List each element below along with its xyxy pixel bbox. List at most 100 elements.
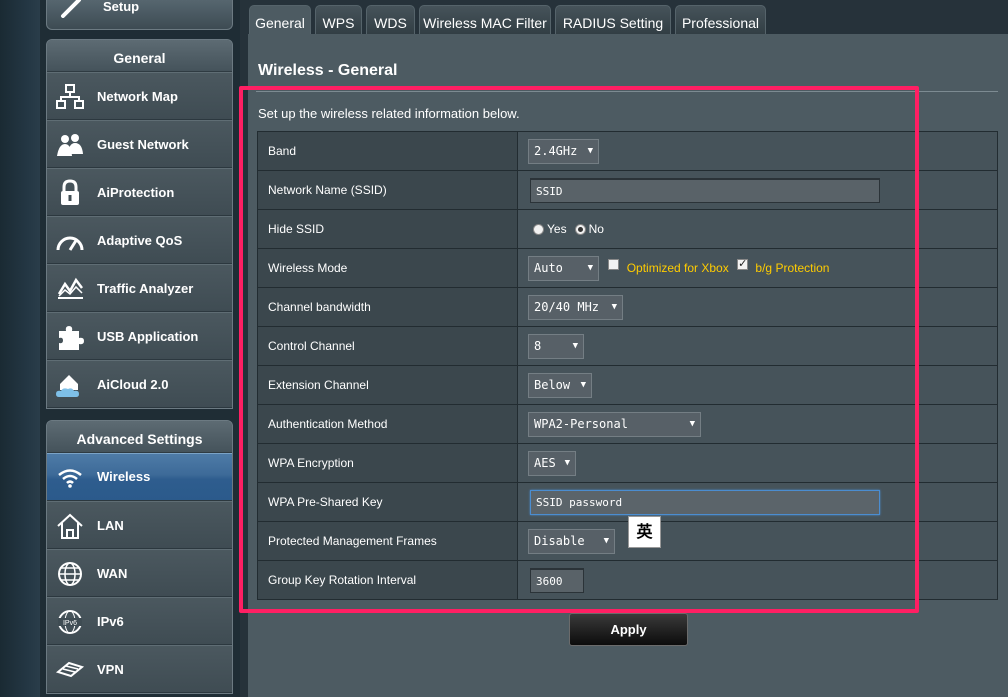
hide-ssid-label: Hide SSID bbox=[257, 209, 518, 249]
menu-item-label: Traffic Analyzer bbox=[97, 281, 194, 296]
hide-ssid-no-label: No bbox=[588, 222, 604, 237]
wireless-mode-select[interactable]: Auto ▼ bbox=[528, 255, 599, 281]
wpa-encryption-value: AES bbox=[534, 455, 556, 470]
table-row: Channel bandwidth 20/40 MHz ▼ bbox=[257, 287, 998, 327]
wireless-mode-value: Auto bbox=[534, 260, 563, 275]
general-menu: General Network Map Guest Network AiProt… bbox=[46, 39, 233, 409]
wireless-mode-label: Wireless Mode bbox=[257, 248, 518, 288]
menu-item-ipv6[interactable]: IPv6 IPv6 bbox=[47, 597, 232, 645]
auth-method-value: WPA2-Personal bbox=[534, 416, 628, 431]
pmf-value: Disable bbox=[534, 533, 585, 548]
menu-item-guest-network[interactable]: Guest Network bbox=[47, 120, 232, 168]
menu-item-label: LAN bbox=[97, 518, 124, 533]
menu-item-label: VPN bbox=[97, 662, 124, 677]
menu-item-aiprotection[interactable]: AiProtection bbox=[47, 168, 232, 216]
wand-icon bbox=[61, 0, 81, 18]
cloud-house-icon bbox=[56, 375, 79, 397]
tab-general[interactable]: General bbox=[249, 5, 311, 34]
menu-item-vpn[interactable]: VPN bbox=[47, 645, 232, 693]
pmf-label: Protected Management Frames bbox=[257, 521, 518, 561]
hide-ssid-yes-label: Yes bbox=[547, 222, 567, 237]
puzzle-icon bbox=[59, 326, 84, 350]
menu-item-aicloud[interactable]: AiCloud 2.0 bbox=[47, 360, 232, 408]
menu-item-lan[interactable]: LAN bbox=[47, 501, 232, 549]
table-row: Extension Channel Below ▼ bbox=[257, 365, 998, 405]
menu-item-network-map[interactable]: Network Map bbox=[47, 72, 232, 120]
menu-item-label: WAN bbox=[97, 566, 128, 581]
menu-item-label: Wireless bbox=[97, 469, 151, 484]
xbox-label: Optimized for Xbox bbox=[626, 261, 729, 275]
group-key-label: Group Key Rotation Interval bbox=[257, 560, 518, 600]
wpa-psk-label: WPA Pre-Shared Key bbox=[257, 482, 518, 522]
bg-protection-checkbox[interactable]: ✓ bbox=[737, 258, 749, 270]
page-title: Wireless - General bbox=[258, 62, 398, 79]
apply-button[interactable]: Apply bbox=[569, 613, 688, 646]
menu-item-label: AiCloud 2.0 bbox=[97, 377, 169, 392]
chevron-down-icon: ▼ bbox=[564, 457, 570, 468]
table-row: Group Key Rotation Interval 3600 bbox=[257, 560, 998, 600]
ime-mode-indicator: 英 bbox=[628, 516, 661, 548]
chevron-down-icon: ▼ bbox=[587, 262, 593, 273]
guest-network-icon bbox=[57, 134, 83, 156]
menu-item-wan[interactable]: WAN bbox=[47, 549, 232, 597]
table-row: WPA Encryption AES ▼ bbox=[257, 443, 998, 483]
menu-item-label: Guest Network bbox=[97, 137, 189, 152]
xbox-checkbox[interactable] bbox=[608, 258, 620, 270]
chevron-down-icon: ▼ bbox=[603, 535, 609, 546]
menu-item-label: Adaptive QoS bbox=[97, 233, 183, 248]
bg-protection-label: b/g Protection bbox=[755, 261, 830, 275]
svg-text:IPv6: IPv6 bbox=[63, 620, 77, 627]
tab-radius-setting[interactable]: RADIUS Setting bbox=[555, 5, 671, 34]
band-select[interactable]: 2.4GHz ▼ bbox=[528, 138, 599, 164]
channel-bandwidth-select[interactable]: 20/40 MHz ▼ bbox=[528, 294, 623, 320]
network-map-icon bbox=[56, 84, 84, 109]
hide-ssid-no-radio[interactable] bbox=[574, 223, 586, 235]
chevron-down-icon: ▼ bbox=[580, 379, 586, 390]
wpa-psk-input[interactable]: SSID password bbox=[530, 489, 880, 515]
band-label: Band bbox=[257, 131, 518, 171]
tab-professional[interactable]: Professional bbox=[675, 5, 766, 34]
table-row: Hide SSID Yes No bbox=[257, 209, 998, 249]
extension-channel-value: Below bbox=[534, 377, 571, 392]
pmf-select[interactable]: Disable ▼ bbox=[528, 528, 615, 554]
menu-item-label: USB Application bbox=[97, 329, 199, 344]
lock-icon bbox=[61, 179, 79, 205]
control-channel-value: 8 bbox=[534, 338, 542, 353]
chevron-down-icon: ▼ bbox=[587, 145, 593, 156]
extension-channel-label: Extension Channel bbox=[257, 365, 518, 405]
setup-button[interactable]: Setup bbox=[46, 0, 233, 30]
tab-wps[interactable]: WPS bbox=[315, 5, 362, 34]
hide-ssid-yes-radio[interactable] bbox=[533, 223, 544, 235]
settings-panel: Wireless - General Set up the wireless r… bbox=[248, 34, 1008, 697]
tab-wireless-mac-filter[interactable]: Wireless MAC Filter bbox=[419, 5, 551, 34]
house-icon bbox=[57, 513, 83, 539]
wpa-encryption-select[interactable]: AES ▼ bbox=[528, 450, 576, 476]
setup-label: Setup bbox=[103, 0, 140, 14]
band-value: 2.4GHz bbox=[534, 143, 578, 158]
control-channel-select[interactable]: 8 ▼ bbox=[528, 333, 584, 359]
menu-item-adaptive-qos[interactable]: Adaptive QoS bbox=[47, 216, 232, 264]
auth-method-select[interactable]: WPA2-Personal ▼ bbox=[528, 411, 701, 437]
advanced-settings-title: Advanced Settings bbox=[47, 421, 232, 453]
globe-icon bbox=[58, 562, 82, 586]
table-row: Authentication Method WPA2-Personal ▼ bbox=[257, 404, 998, 444]
wpa-encryption-label: WPA Encryption bbox=[257, 443, 518, 483]
group-key-input[interactable]: 3600 bbox=[530, 567, 584, 593]
menu-item-traffic-analyzer[interactable]: Traffic Analyzer bbox=[47, 264, 232, 312]
main-content: General WPS WDS Wireless MAC Filter RADI… bbox=[248, 0, 1008, 697]
ssid-input[interactable]: SSID bbox=[530, 177, 880, 203]
title-divider bbox=[256, 91, 998, 92]
chevron-down-icon: ▼ bbox=[689, 418, 695, 429]
sidebar: Setup General Network Map Guest Network bbox=[40, 0, 240, 697]
speedometer-icon bbox=[56, 236, 84, 251]
chevron-down-icon: ▼ bbox=[611, 301, 617, 312]
advanced-settings-menu: Advanced Settings Wireless LAN WAN IPv6 … bbox=[46, 420, 233, 694]
menu-item-label: IPv6 bbox=[97, 614, 124, 629]
extension-channel-select[interactable]: Below ▼ bbox=[528, 372, 592, 398]
menu-item-usb-application[interactable]: USB Application bbox=[47, 312, 232, 360]
tab-wds[interactable]: WDS bbox=[366, 5, 415, 34]
channel-bandwidth-label: Channel bandwidth bbox=[257, 287, 518, 327]
menu-item-label: Network Map bbox=[97, 89, 178, 104]
control-channel-label: Control Channel bbox=[257, 326, 518, 366]
menu-item-wireless[interactable]: Wireless bbox=[47, 453, 232, 501]
